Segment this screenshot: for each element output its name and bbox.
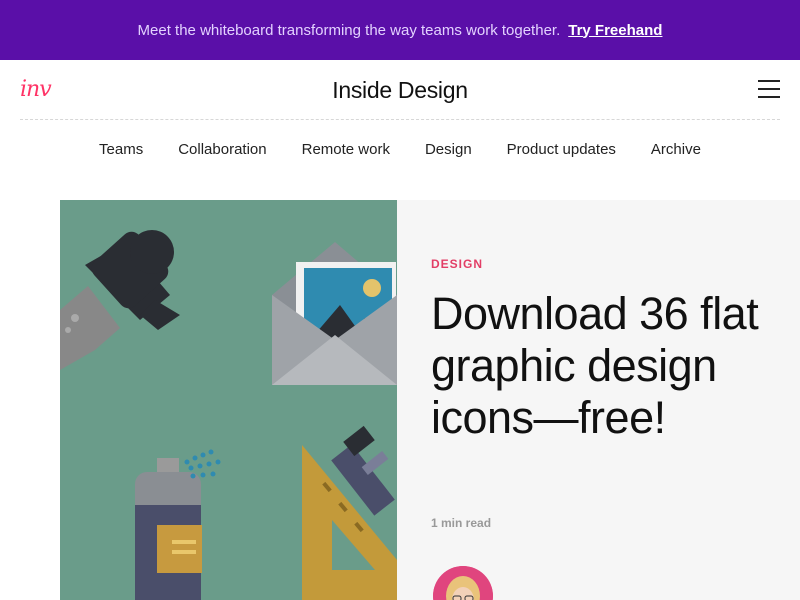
invision-logo[interactable]: inv: [20, 77, 52, 102]
article-card: DESIGN Download 36 flat graphic design i…: [397, 200, 800, 600]
site-title: Inside Design: [332, 77, 468, 103]
marker-icon: [60, 230, 180, 370]
read-time: 1 min read: [431, 516, 492, 530]
article-title[interactable]: Download 36 flat graphic design icons—fr…: [431, 288, 771, 444]
site-header: inv Inside Design: [0, 60, 800, 120]
category-tag[interactable]: DESIGN: [431, 257, 483, 271]
nav-item-remote-work[interactable]: Remote work: [302, 138, 390, 164]
category-nav: Teams Collaboration Remote work Design P…: [0, 138, 800, 164]
header-divider: [20, 119, 780, 120]
envelope-photo-icon: [272, 242, 397, 385]
spray-can-icon: [135, 449, 221, 600]
try-freehand-link[interactable]: Try Freehand: [568, 22, 662, 39]
nav-item-product-updates[interactable]: Product updates: [507, 138, 616, 164]
nav-item-archive[interactable]: Archive: [651, 138, 701, 164]
promo-text: Meet the whiteboard transforming the way…: [137, 21, 561, 39]
nav-item-design[interactable]: Design: [425, 138, 472, 164]
nav-item-teams[interactable]: Teams: [99, 138, 143, 164]
article-hero-image[interactable]: [60, 200, 397, 600]
hamburger-menu-icon[interactable]: [758, 80, 780, 100]
promo-banner: Meet the whiteboard transforming the way…: [0, 0, 800, 60]
author-avatar[interactable]: [433, 566, 493, 600]
nav-item-collaboration[interactable]: Collaboration: [178, 138, 266, 164]
